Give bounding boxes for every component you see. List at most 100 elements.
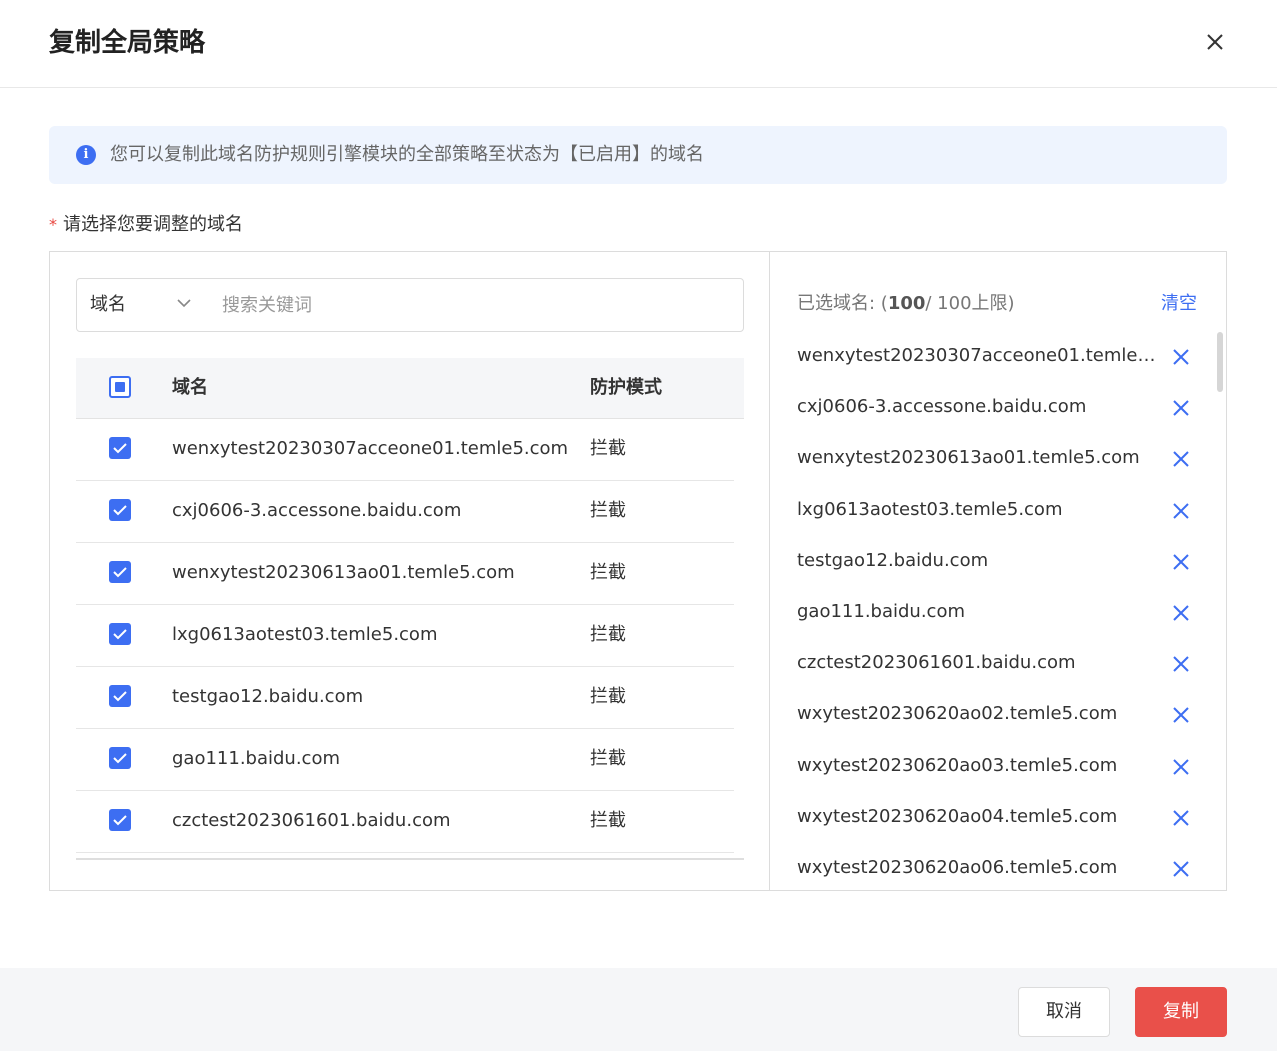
row-domain: czctest2023061601.baidu.com	[172, 810, 451, 831]
check-icon	[113, 691, 127, 702]
row-mode: 拦截	[590, 810, 626, 831]
selected-domain: wenxytest20230307acceone01.temle5.com	[797, 345, 1162, 366]
selected-domain: cxj0606-3.accessone.baidu.com	[797, 396, 1087, 418]
selected-domain: wxytest20230620ao04.temle5.com	[797, 805, 1118, 827]
row-mode: 拦截	[590, 500, 626, 521]
required-mark: *	[49, 215, 57, 234]
search-input[interactable]	[222, 287, 722, 323]
row-checkbox[interactable]	[109, 623, 131, 645]
row-domain: cxj0606-3.accessone.baidu.com	[172, 500, 462, 521]
cancel-button[interactable]: 取消	[1018, 987, 1110, 1037]
row-mode: 拦截	[590, 562, 626, 583]
selected-domain: lxg0613aotest03.temle5.com	[797, 498, 1063, 520]
check-icon	[113, 753, 127, 764]
row-checkbox[interactable]	[109, 499, 131, 521]
selected-item: wenxytest20230307acceone01.temle5.com	[770, 331, 1226, 382]
selected-domain: wenxytest20230613ao01.temle5.com	[797, 447, 1140, 469]
row-domain: wenxytest20230613ao01.temle5.com	[172, 562, 515, 583]
remove-icon[interactable]	[1171, 552, 1191, 572]
table-row[interactable]: wenxytest20230307acceone01.temle5.com 拦截	[76, 419, 734, 481]
table-body: wenxytest20230307acceone01.temle5.com 拦截 c…	[76, 419, 744, 853]
selected-domain: wxytest20230620ao03.temle5.com	[797, 754, 1118, 776]
selected-item: wxytest20230620ao04.temle5.com	[770, 792, 1226, 843]
row-mode: 拦截	[590, 748, 626, 769]
selected-domain: wxytest20230620ao02.temle5.com	[797, 703, 1118, 725]
info-alert: i 您可以复制此域名防护规则引擎模块的全部策略至状态为【已启用】的域名	[49, 126, 1227, 184]
remove-icon[interactable]	[1171, 501, 1191, 521]
domain-field-label: * 请选择您要调整的域名	[49, 212, 243, 238]
column-header-domain: 域名	[172, 377, 208, 398]
row-mode: 拦截	[590, 438, 626, 459]
horizontal-scrollbar[interactable]	[76, 858, 744, 860]
dialog-header: 复制全局策略	[0, 0, 1277, 88]
check-icon	[113, 505, 127, 516]
selected-count-label: 已选域名: (100/ 100上限)	[797, 291, 1015, 317]
table-row[interactable]: cxj0606-3.accessone.baidu.com 拦截	[76, 481, 734, 543]
remove-icon[interactable]	[1171, 859, 1191, 879]
selected-domain: gao111.baidu.com	[797, 600, 966, 622]
search-field-select[interactable]: 域名	[90, 292, 126, 318]
row-domain: gao111.baidu.com	[172, 748, 341, 769]
row-domain: lxg0613aotest03.temle5.com	[172, 624, 438, 645]
info-text: 您可以复制此域名防护规则引擎模块的全部策略至状态为【已启用】的域名	[110, 144, 704, 165]
copy-button[interactable]: 复制	[1135, 987, 1227, 1037]
selected-item: testgao12.baidu.com	[770, 536, 1226, 587]
row-checkbox[interactable]	[109, 437, 131, 459]
table-row[interactable]: czctest2023061601.baidu.com 拦截	[76, 791, 734, 853]
remove-icon[interactable]	[1171, 603, 1191, 623]
row-mode: 拦截	[590, 624, 626, 645]
remove-icon[interactable]	[1171, 705, 1191, 725]
remove-icon[interactable]	[1171, 757, 1191, 777]
selected-pane: 已选域名: (100/ 100上限) 清空 wenxytest20230307a…	[770, 252, 1226, 890]
row-checkbox[interactable]	[109, 809, 131, 831]
selected-item: wxytest20230620ao03.temle5.com	[770, 741, 1226, 792]
selected-item: wxytest20230620ao02.temle5.com	[770, 689, 1226, 740]
source-pane: 域名 域名 防护模式 wenxytest20230307acceone01.te…	[50, 252, 770, 890]
selected-count: 100	[887, 293, 926, 314]
domain-table: 域名 防护模式 wenxytest20230307acceone01.temle…	[76, 358, 744, 853]
row-mode: 拦截	[590, 686, 626, 707]
selected-item: wxytest20230620ao06.temle5.com	[770, 843, 1226, 890]
row-domain: testgao12.baidu.com	[172, 686, 364, 707]
selected-item: cxj0606-3.accessone.baidu.com	[770, 382, 1226, 433]
remove-icon[interactable]	[1171, 449, 1191, 469]
check-icon	[113, 815, 127, 826]
selected-item: lxg0613aotest03.temle5.com	[770, 485, 1226, 536]
vertical-scrollbar[interactable]	[1217, 332, 1223, 392]
table-header: 域名 防护模式	[76, 358, 744, 419]
selected-item: czctest2023061601.baidu.com	[770, 638, 1226, 689]
row-checkbox[interactable]	[109, 561, 131, 583]
remove-icon[interactable]	[1171, 808, 1191, 828]
remove-icon[interactable]	[1171, 398, 1191, 418]
check-icon	[113, 629, 127, 640]
domain-transfer: 域名 域名 防护模式 wenxytest20230307acceone01.te…	[49, 251, 1227, 891]
close-icon	[1207, 34, 1223, 50]
table-row[interactable]: testgao12.baidu.com 拦截	[76, 667, 734, 729]
selected-label-suffix: / 100上限)	[925, 293, 1015, 314]
select-all-checkbox[interactable]	[109, 376, 131, 398]
selected-domain: testgao12.baidu.com	[797, 549, 989, 571]
selected-domain: czctest2023061601.baidu.com	[797, 652, 1076, 674]
clear-button[interactable]: 清空	[1161, 291, 1197, 317]
row-checkbox[interactable]	[109, 685, 131, 707]
row-domain: wenxytest20230307acceone01.temle5.com	[172, 438, 569, 459]
chevron-down-icon[interactable]	[175, 294, 193, 312]
table-row[interactable]: lxg0613aotest03.temle5.com 拦截	[76, 605, 734, 667]
selected-domain: wxytest20230620ao06.temle5.com	[797, 856, 1118, 878]
selected-item: wenxytest20230613ao01.temle5.com	[770, 433, 1226, 484]
dialog-title: 复制全局策略	[49, 28, 206, 58]
column-header-mode: 防护模式	[590, 377, 662, 398]
table-row[interactable]: gao111.baidu.com 拦截	[76, 729, 734, 791]
selected-label-prefix: 已选域名: (	[797, 293, 888, 314]
row-checkbox[interactable]	[109, 747, 131, 769]
selected-list: wenxytest20230307acceone01.temle5.com cxj…	[770, 331, 1226, 890]
selected-item: gao111.baidu.com	[770, 587, 1226, 638]
table-row[interactable]: wenxytest20230613ao01.temle5.com 拦截	[76, 543, 734, 605]
check-icon	[113, 443, 127, 454]
remove-icon[interactable]	[1171, 347, 1191, 367]
search-box: 域名	[76, 278, 744, 332]
field-label-text: 请选择您要调整的域名	[63, 214, 243, 235]
info-icon: i	[76, 145, 96, 165]
close-button[interactable]	[1200, 27, 1230, 57]
remove-icon[interactable]	[1171, 654, 1191, 674]
